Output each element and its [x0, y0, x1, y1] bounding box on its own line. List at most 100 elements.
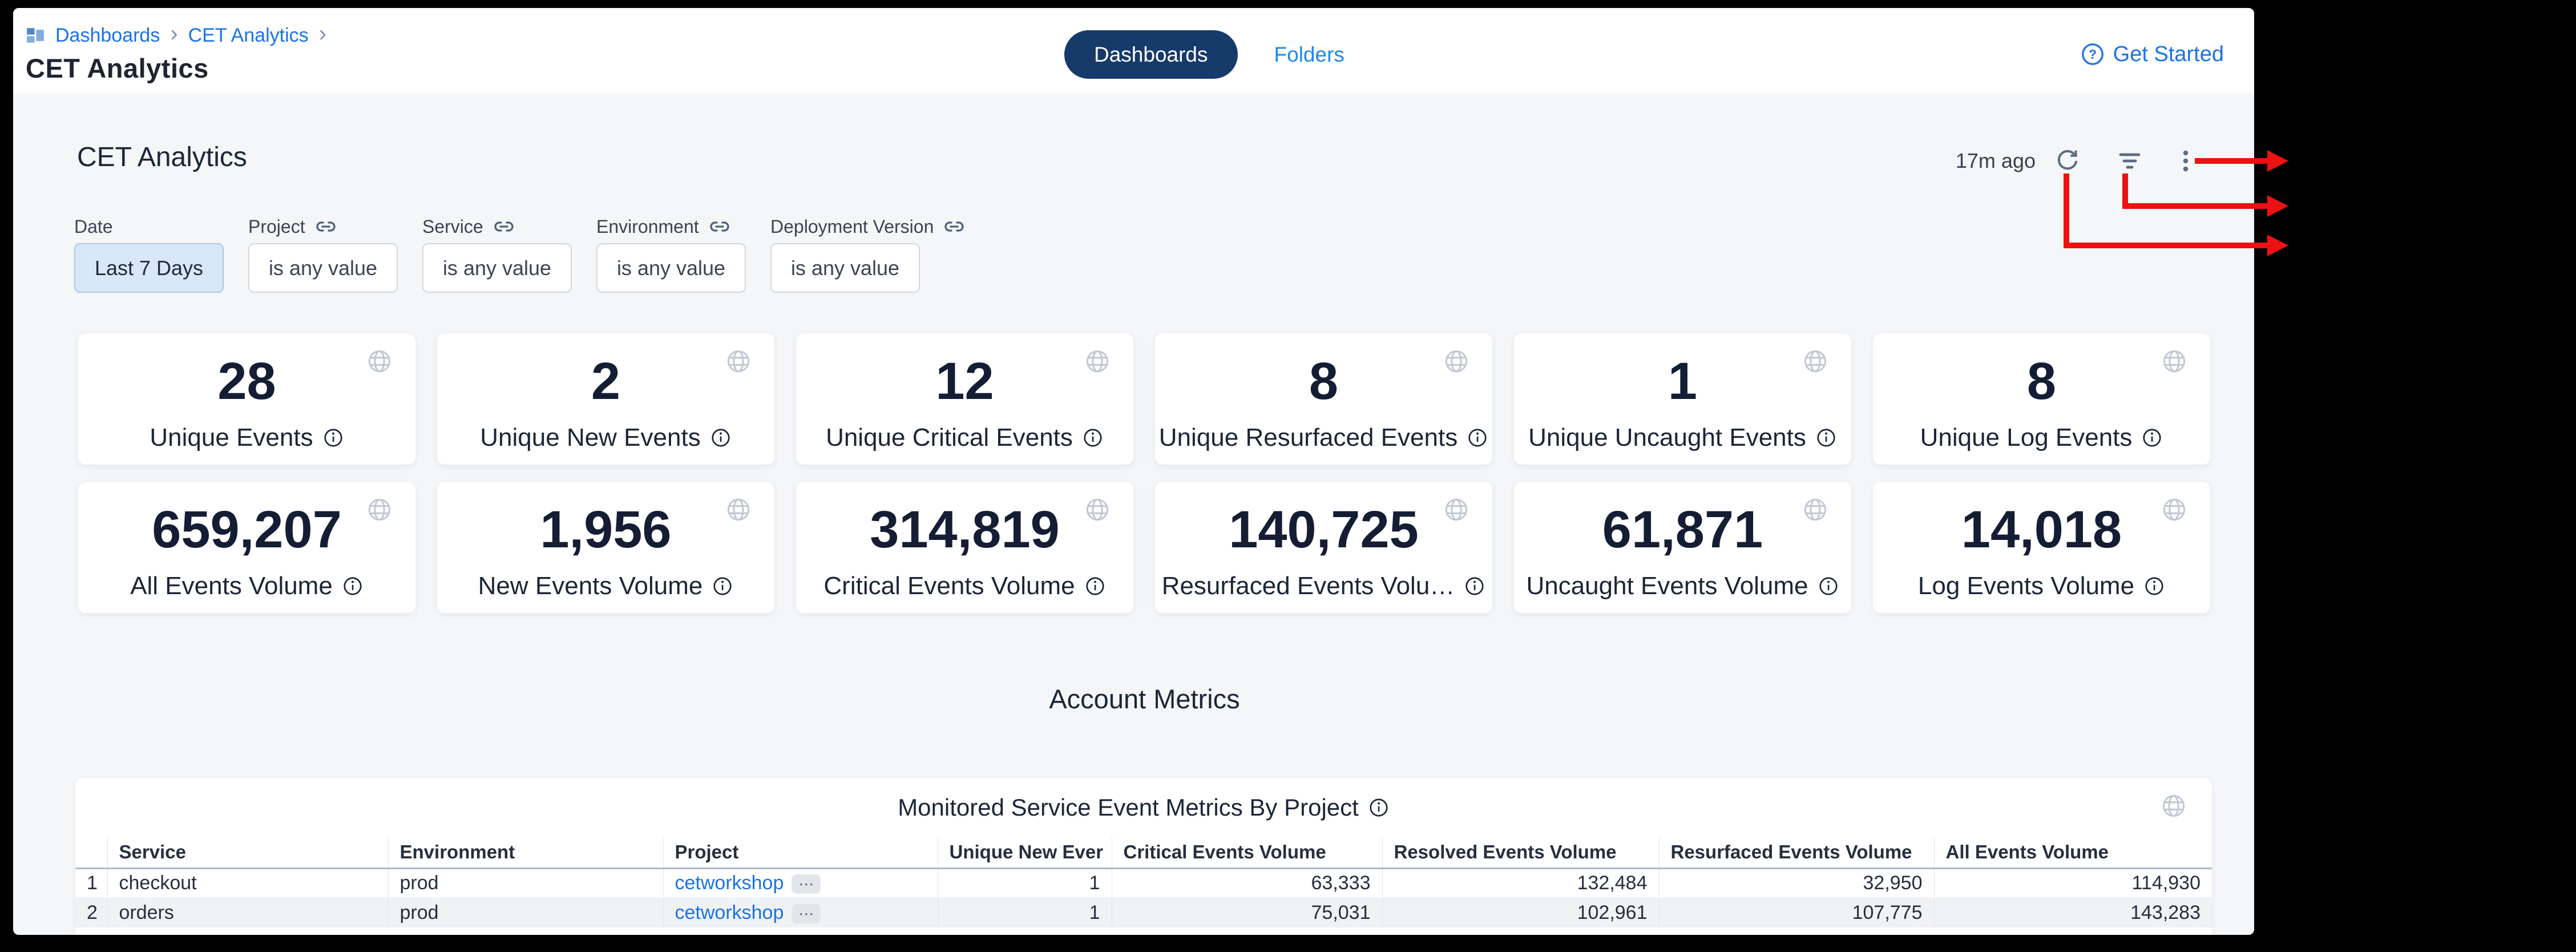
dashboards-grid-icon[interactable] [26, 26, 45, 45]
kpi-value: 8 [1873, 352, 2210, 411]
column-header-label: Resolved Events Volume [1394, 841, 1617, 863]
filter-value-button[interactable]: is any value [596, 243, 746, 293]
cell-resolved: 102,961 [1382, 898, 1659, 927]
info-icon[interactable] [2141, 427, 2163, 449]
column-header-critical[interactable]: Critical Events Volume [1112, 837, 1382, 868]
tab-folders[interactable]: Folders [1274, 43, 1344, 67]
project-link[interactable]: cetworkshop [675, 902, 784, 923]
app-header: Dashboards › CET Analytics › CET Analyti… [13, 8, 2254, 94]
globe-icon [1802, 497, 1828, 523]
column-header-project[interactable]: Project [663, 837, 938, 868]
kpi-row-volume: 659,207 All Events Volume 1,956 N [78, 481, 2211, 614]
app-window: Dashboards › CET Analytics › CET Analyti… [13, 8, 2254, 935]
info-icon[interactable] [322, 427, 344, 449]
info-icon[interactable] [710, 427, 732, 449]
link-icon [314, 215, 337, 238]
column-header-resolved[interactable]: Resolved Events Volume [1382, 837, 1659, 868]
cell-num: 1 [75, 868, 107, 898]
kpi-label: Log Events Volume [1918, 572, 2134, 600]
table-tile: Monitored Service Event Metrics By Proje… [75, 778, 2212, 935]
info-icon[interactable] [1082, 427, 1104, 449]
breadcrumb-separator: › [319, 22, 326, 45]
filter-value-button[interactable]: is any value [770, 243, 920, 293]
kpi-value: 28 [78, 352, 415, 411]
kpi-value: 1,956 [437, 500, 774, 559]
info-icon[interactable] [712, 575, 733, 597]
project-actions-badge[interactable]: ⋯ [792, 904, 821, 923]
info-icon[interactable] [342, 575, 364, 597]
filter-control: Project is any value [248, 215, 398, 293]
filter-value-button[interactable]: is any value [248, 243, 398, 293]
globe-icon [2161, 348, 2187, 374]
cell-resolved: 132,484 [1382, 868, 1659, 898]
column-header-all[interactable]: All Events Volume [1934, 837, 2212, 868]
cell-all: 114,930 [1934, 868, 2212, 898]
cell-critical: 75,031 [1112, 898, 1382, 927]
info-icon[interactable] [1818, 575, 1839, 597]
globe-icon [725, 348, 752, 374]
cell-project: cetworkshop ⋯ [663, 868, 938, 898]
project-link[interactable]: cetworkshop [675, 872, 784, 894]
cell-environment: prod [388, 868, 663, 898]
kpi-tile: 140,725 Resurfaced Events Volu… [1154, 481, 1493, 614]
breadcrumb: Dashboards › CET Analytics › [26, 23, 326, 48]
column-header-environment[interactable]: Environment [388, 837, 663, 868]
filter-label: Deployment Version [770, 216, 934, 237]
column-header-label: Critical Events Volume [1124, 841, 1326, 863]
breadcrumb-link-dashboards[interactable]: Dashboards [55, 25, 160, 47]
kpi-tile: 14,018 Log Events Volume [1872, 481, 2211, 614]
column-header-unique_new[interactable]: Unique New Ever [938, 837, 1112, 868]
column-header-num[interactable] [75, 837, 107, 868]
kpi-label: All Events Volume [130, 572, 333, 600]
kpi-tile: 28 Unique Events [78, 333, 416, 465]
filter-value-button[interactable]: Last 7 Days [74, 243, 224, 293]
cell-critical: 63,333 [1112, 868, 1382, 898]
globe-icon [2161, 497, 2187, 523]
project-actions-badge[interactable]: ⋯ [792, 874, 821, 894]
column-header-label: Project [675, 841, 739, 863]
info-icon[interactable] [1815, 427, 1837, 449]
kpi-tile: 8 Unique Resurfaced Events [1154, 333, 1493, 465]
kpi-tile: 12 Unique Critical Events [796, 333, 1134, 465]
filter-label: Service [422, 216, 483, 237]
kpi-value: 8 [1155, 352, 1492, 411]
kpi-tile: 1,956 New Events Volume [437, 481, 775, 614]
screenshot-stage: Dashboards › CET Analytics › CET Analyti… [0, 0, 2576, 952]
column-header-resurfaced[interactable]: Resurfaced Events Volume [1659, 837, 1934, 868]
cell-service: orders [107, 898, 388, 927]
cell-resurfaced: 107,775 [1659, 898, 1934, 927]
kpi-tile: 8 Unique Log Events [1872, 333, 2211, 465]
info-icon[interactable] [1084, 575, 1106, 597]
globe-icon [1084, 348, 1111, 374]
kpi-value: 12 [796, 352, 1133, 411]
filter-label: Environment [596, 216, 699, 237]
info-icon[interactable] [1368, 797, 1390, 818]
globe-icon [725, 497, 752, 523]
link-icon [492, 215, 515, 238]
filter-value-button[interactable]: is any value [422, 243, 572, 293]
question-circle-icon: ? [2080, 42, 2105, 67]
info-icon[interactable] [1464, 575, 1485, 597]
tab-dashboards[interactable]: Dashboards [1064, 30, 1238, 79]
column-header-label: Environment [400, 841, 515, 863]
refresh-icon[interactable] [2054, 147, 2081, 175]
link-icon [943, 215, 966, 238]
kpi-label: Unique Events [150, 423, 313, 452]
breadcrumb-link-cet-analytics[interactable]: CET Analytics [188, 25, 309, 47]
column-header-service[interactable]: Service [107, 837, 388, 868]
kpi-value: 2 [437, 352, 774, 411]
kpi-label: Unique Critical Events [826, 423, 1073, 452]
globe-icon [1802, 348, 1828, 374]
info-icon[interactable] [2143, 575, 2165, 597]
globe-icon [1084, 497, 1111, 523]
globe-icon [1443, 497, 1469, 523]
kpi-label: Unique Resurfaced Events [1159, 423, 1457, 452]
section-heading: Account Metrics [78, 683, 2211, 715]
get-started-button[interactable]: ? Get Started [2080, 41, 2224, 67]
info-icon[interactable] [1467, 427, 1488, 449]
filter-control: Environment is any value [596, 215, 746, 293]
filter-icon[interactable] [2116, 147, 2143, 175]
get-started-label: Get Started [2113, 42, 2224, 67]
kpi-value: 1 [1514, 352, 1851, 411]
kpi-tile: 1 Unique Uncaught Events [1513, 333, 1852, 465]
